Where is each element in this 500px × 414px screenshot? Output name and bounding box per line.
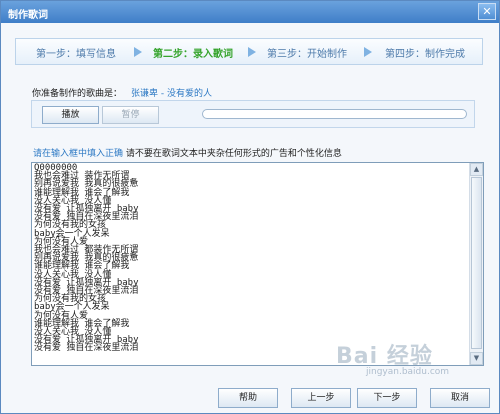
arrow-right-icon: [364, 47, 372, 57]
watermark-logo: Bai 经验: [336, 344, 433, 369]
lyrics-textarea[interactable]: Q0000000 我也会难过 装作无所谓 别再说爱我 我真的很疲惫 谁能理解我 谁会了…: [31, 162, 484, 366]
player-panel: 播放 暂停: [31, 100, 475, 128]
arrow-right-icon: [134, 47, 142, 57]
instruction-text: 请在输入框中填入正确 请不要在歌词文本中夹杂任何形式的广告和个性化信息: [33, 146, 342, 159]
window-title: 制作歌词: [8, 10, 48, 21]
pause-button: 暂停: [102, 106, 159, 124]
help-button[interactable]: 帮助: [218, 388, 278, 408]
previous-button[interactable]: 上一步: [291, 388, 351, 408]
cancel-button[interactable]: 取消: [430, 388, 490, 408]
lyric-line: baby会一个人发呆: [34, 228, 110, 239]
close-button[interactable]: ✕: [478, 3, 496, 20]
step-3: 第三步：开始制作: [267, 49, 347, 60]
title-bar[interactable]: 制作歌词 ✕: [1, 1, 499, 23]
step-indicator: 第一步：填写信息 第二步：录入歌词 第三步：开始制作 第四步：制作完成: [15, 38, 483, 65]
lyrics-dialog: 制作歌词 ✕ 第一步：填写信息 第二步：录入歌词 第三步：开始制作 第四步：制作…: [0, 0, 500, 414]
scroll-down-icon[interactable]: ▼: [470, 352, 483, 365]
next-button[interactable]: 下一步: [357, 388, 417, 408]
dialog-footer: 帮助 上一步 下一步 取消: [1, 382, 499, 412]
playback-progress-bar[interactable]: [202, 109, 467, 119]
lyric-line: baby会一个人发呆: [34, 302, 110, 313]
arrow-right-icon: [248, 47, 256, 57]
watermark-url: jingyan.baidu.com: [366, 367, 450, 377]
play-button[interactable]: 播放: [42, 106, 99, 124]
song-label: 你准备制作的歌曲是：: [32, 89, 123, 99]
step-4: 第四步：制作完成: [385, 49, 465, 60]
instruction-highlight: 请在输入框中填入正确: [33, 149, 124, 159]
song-title: 张谦卑 - 没有爱的人: [131, 89, 212, 99]
scroll-thumb[interactable]: [471, 177, 482, 349]
vertical-scrollbar[interactable]: ▲ ▼: [469, 163, 483, 365]
scroll-up-icon[interactable]: ▲: [470, 163, 483, 176]
instruction-rest: 请不要在歌词文本中夹杂任何形式的广告和个性化信息: [125, 149, 342, 159]
step-1: 第一步：填写信息: [36, 49, 116, 60]
step-2-current: 第二步：录入歌词: [153, 49, 233, 60]
lyrics-text[interactable]: Q0000000 我也会难过 装作无所谓 别再说爱我 我真的很疲惫 谁能理解我 谁会了…: [34, 163, 464, 353]
